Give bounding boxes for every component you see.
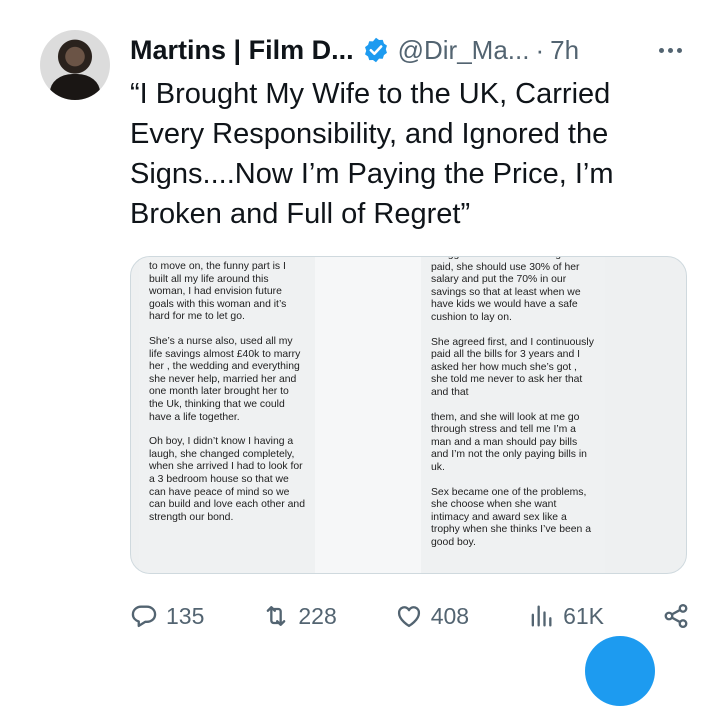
screenshot-paragraph: She’s a nurse also, used all my life sav… [149,335,301,423]
share-icon [664,603,688,629]
screenshot-paragraph: them, and she will look at me go through… [431,411,587,473]
avatar[interactable] [40,30,110,100]
action-bar: 135 228 408 61K [130,594,690,638]
share-button[interactable] [662,602,690,630]
separator-dot: · [535,34,545,65]
screenshot-paragraph: I suggested that when she gets paid, she… [431,257,581,323]
more-icon[interactable] [650,30,690,70]
screenshot-left: to move on, the funny part is I built al… [139,257,315,573]
compose-button[interactable] [585,636,655,706]
like-button[interactable]: 408 [395,602,469,630]
user-handle[interactable]: @Dir_Ma... [398,35,530,66]
screenshot-paragraph: Oh boy, I didn’t know I having a laugh, … [149,436,305,523]
display-name[interactable]: Martins | Film D... [130,35,354,66]
heart-icon [397,606,420,628]
screenshot-paragraph: to move on, the funny part is I built al… [149,261,287,323]
screenshot-paragraph: Sex became one of the problems, she choo… [431,486,591,548]
repost-icon [267,606,286,626]
timestamp[interactable]: 7h [550,35,579,66]
screenshot-paragraph: She agreed first, and I continuously pai… [431,336,594,398]
views-icon [531,605,552,627]
tweet-media[interactable]: to move on, the funny part is I built al… [130,256,687,574]
reply-icon [131,605,157,628]
screenshot-right: I suggested that when she gets paid, she… [421,257,605,573]
like-count: 408 [430,602,470,629]
media-gap [315,257,421,573]
views-count: 61K [563,602,605,629]
avatar-figure [50,74,100,100]
verified-badge-icon [364,37,387,63]
reply-button[interactable]: 135 [130,602,204,630]
reply-count: 135 [166,602,205,629]
tweet-text: “I Brought My Wife to the UK, Carried Ev… [130,78,614,230]
views-button[interactable]: 61K [527,602,604,630]
repost-count: 228 [298,602,337,629]
tweet-header: Martins | Film D... @Dir_Ma... · 7h [130,30,690,70]
repost-button[interactable]: 228 [262,602,337,630]
